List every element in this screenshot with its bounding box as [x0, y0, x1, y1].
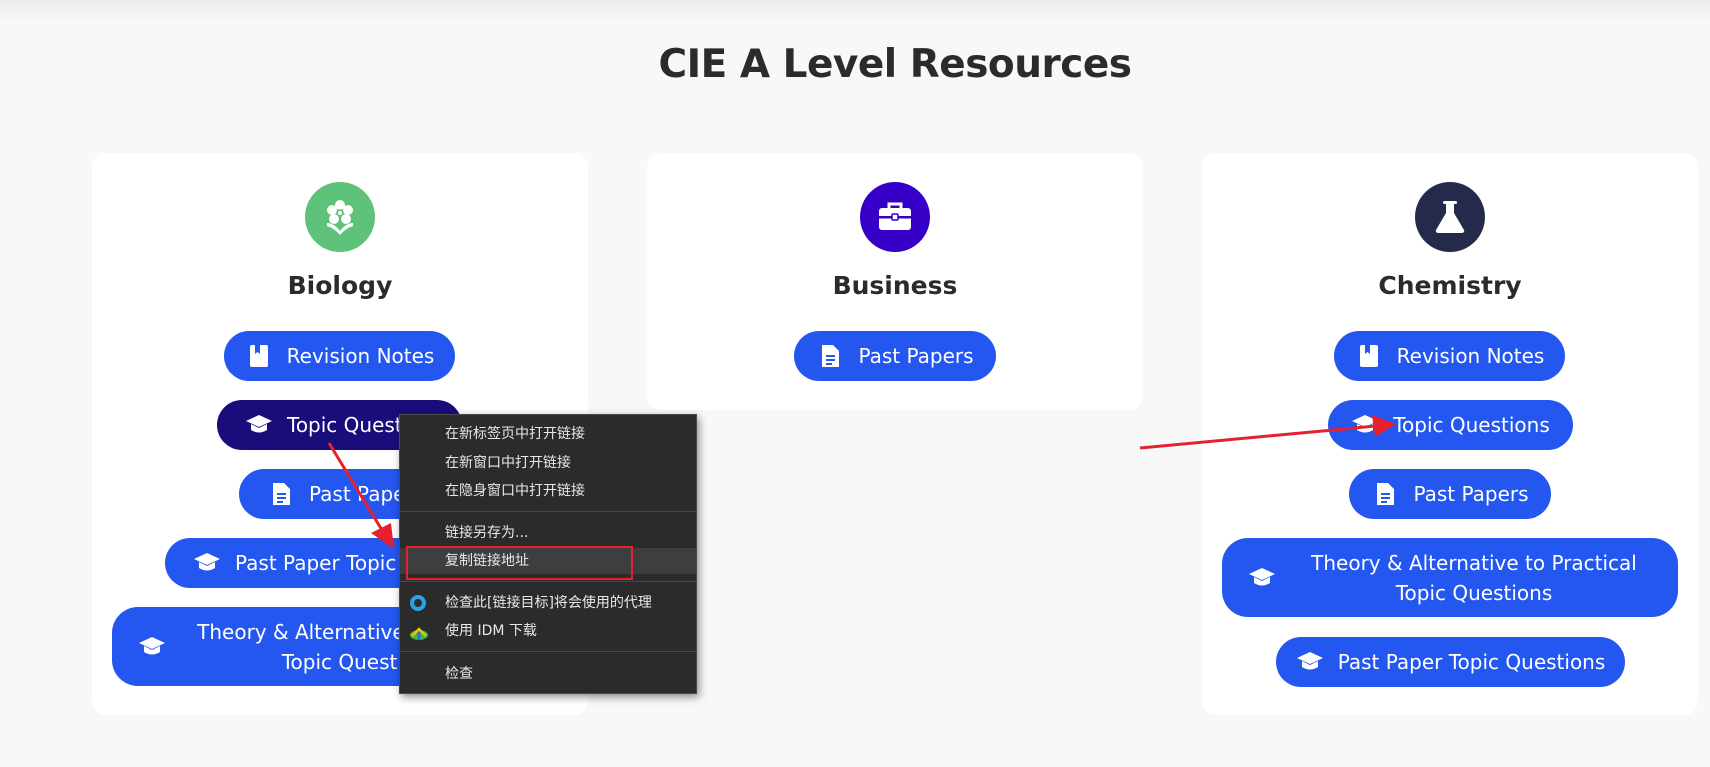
graduation-cap-icon [1248, 564, 1276, 592]
page-title: CIE A Level Resources [658, 42, 1132, 87]
menu-item-save-link-as[interactable]: 链接另存为... [400, 520, 696, 546]
menu-separator [400, 651, 696, 652]
button-label: Revision Notes [1396, 344, 1545, 368]
button-label: Topic Questions [1393, 413, 1550, 437]
chemistry-past-paper-topic-questions-button[interactable]: Past Paper Topic Questions [1276, 637, 1625, 687]
book-icon [245, 342, 273, 370]
graduation-cap-icon [138, 633, 166, 661]
business-past-papers-button[interactable]: Past Papers [794, 331, 996, 381]
button-label: Past Papers [858, 344, 974, 368]
chemistry-topic-questions-button[interactable]: Topic Questions [1328, 400, 1573, 450]
menu-item-open-new-tab[interactable]: 在新标签页中打开链接 [400, 421, 696, 447]
flower-icon [305, 182, 375, 252]
menu-item-label: 使用 IDM 下载 [445, 623, 537, 639]
menu-item-check-proxy[interactable]: 检查此[链接目标]将会使用的代理 [400, 590, 696, 616]
annotation-highlight-box [406, 546, 633, 580]
briefcase-icon [860, 182, 930, 252]
subject-name-biology: Biology [287, 271, 393, 300]
subject-name-business: Business [832, 271, 958, 300]
menu-item-label: 在隐身窗口中打开链接 [445, 483, 585, 499]
book-icon [1355, 342, 1383, 370]
menu-item-label: 在新标签页中打开链接 [445, 426, 585, 442]
button-label: Past Papers [1413, 482, 1529, 506]
menu-item-idm-download[interactable]: 使用 IDM 下载 [400, 618, 696, 644]
menu-item-open-incognito[interactable]: 在隐身窗口中打开链接 [400, 478, 696, 504]
graduation-cap-icon [245, 411, 273, 439]
menu-separator [400, 581, 696, 582]
button-label: Theory & Alternative to Practical Topic … [1311, 550, 1637, 605]
menu-item-label: 在新窗口中打开链接 [445, 455, 571, 471]
subject-name-chemistry: Chemistry [1378, 271, 1522, 300]
menu-item-label: 检查此[链接目标]将会使用的代理 [445, 595, 652, 611]
chemistry-revision-notes-button[interactable]: Revision Notes [1334, 331, 1565, 381]
document-icon [267, 480, 295, 508]
idm-icon [409, 624, 429, 650]
menu-separator [400, 511, 696, 512]
document-icon [1371, 480, 1399, 508]
graduation-cap-icon [1351, 411, 1379, 439]
document-icon [816, 342, 844, 370]
button-label: Revision Notes [286, 344, 435, 368]
proxy-icon [410, 595, 426, 611]
biology-revision-notes-button[interactable]: Revision Notes [224, 331, 455, 381]
button-label: Past Paper Topic Questions [1337, 650, 1606, 674]
graduation-cap-icon [193, 549, 221, 577]
menu-item-inspect[interactable]: 检查 [400, 661, 696, 687]
menu-item-label: 检查 [445, 666, 473, 682]
top-shadow-band [0, 0, 1710, 22]
menu-item-open-new-window[interactable]: 在新窗口中打开链接 [400, 450, 696, 476]
graduation-cap-icon [1296, 648, 1324, 676]
chemistry-theory-alternative-button[interactable]: Theory & Alternative to Practical Topic … [1222, 538, 1678, 617]
chemistry-past-papers-button[interactable]: Past Papers [1349, 469, 1551, 519]
flask-icon [1415, 182, 1485, 252]
menu-item-label: 链接另存为... [445, 525, 529, 541]
